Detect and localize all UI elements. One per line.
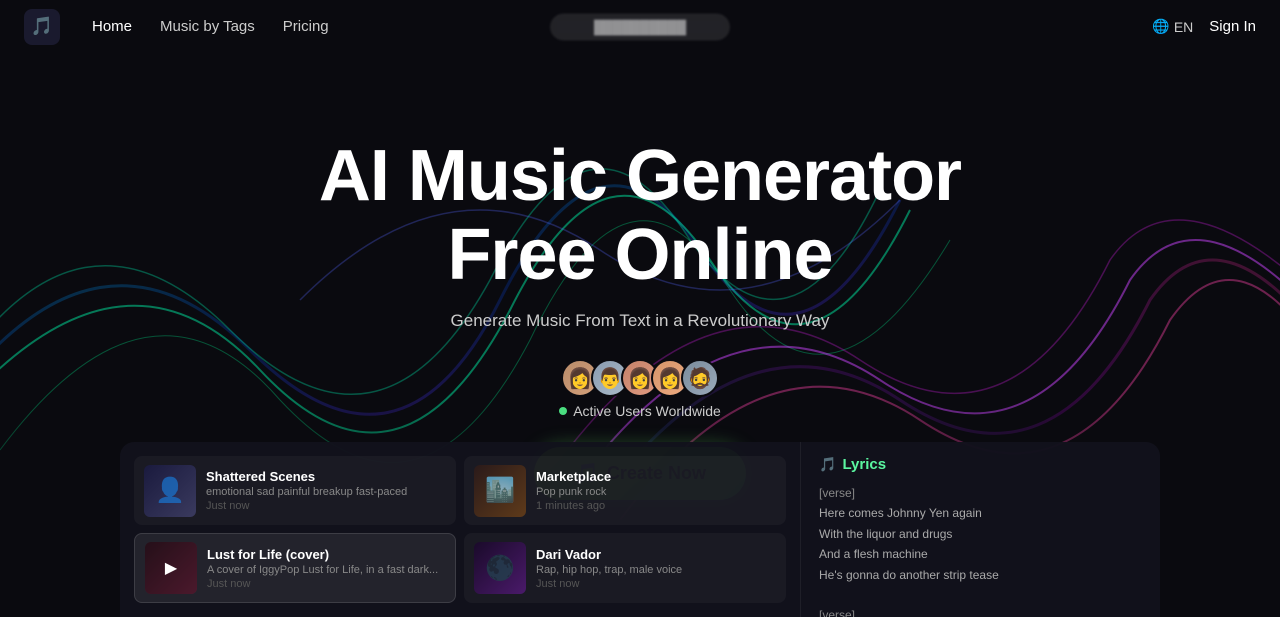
song-thumb-marketplace: 🏙️ bbox=[474, 465, 526, 517]
nav-music-by-tags[interactable]: Music by Tags bbox=[160, 18, 255, 35]
hero-title-line1: AI Music Generator bbox=[319, 136, 961, 216]
song-title-marketplace: Marketplace bbox=[536, 469, 776, 484]
song-time-shattered: Just now bbox=[206, 500, 446, 512]
bottom-panel: 👤 Shattered Scenes emotional sad painful… bbox=[0, 442, 1280, 617]
songs-panel: 👤 Shattered Scenes emotional sad painful… bbox=[120, 442, 800, 617]
song-thumb-lust: ▶ bbox=[145, 542, 197, 594]
song-tags-marketplace: Pop punk rock bbox=[536, 486, 776, 498]
lyrics-line3: And a flesh machine bbox=[819, 544, 1142, 564]
song-card-marketplace[interactable]: 🏙️ Marketplace Pop punk rock 1 minutes a… bbox=[464, 456, 786, 525]
song-thumb-shattered: 👤 bbox=[144, 465, 196, 517]
song-tags-dari: Rap, hip hop, trap, male voice bbox=[536, 564, 776, 576]
play-overlay: ▶ bbox=[145, 542, 197, 594]
search-bar: ██████████ bbox=[550, 13, 730, 40]
song-info-dari: Dari Vador Rap, hip hop, trap, male voic… bbox=[536, 547, 776, 590]
song-title-shattered: Shattered Scenes bbox=[206, 469, 446, 484]
song-tags-lust: A cover of IggyPop Lust for Life, in a f… bbox=[207, 564, 445, 576]
song-time-dari: Just now bbox=[536, 578, 776, 590]
nav-home[interactable]: Home bbox=[92, 18, 132, 35]
hero-subtitle: Generate Music From Text in a Revolution… bbox=[451, 311, 830, 331]
song-title-dari: Dari Vador bbox=[536, 547, 776, 562]
song-time-marketplace: 1 minutes ago bbox=[536, 500, 776, 512]
song-card-shattered[interactable]: 👤 Shattered Scenes emotional sad painful… bbox=[134, 456, 456, 525]
active-users-label: Active Users Worldwide bbox=[573, 403, 721, 419]
avatar-5: 🧔 bbox=[681, 359, 719, 397]
lyrics-line2: With the liquor and drugs bbox=[819, 524, 1142, 544]
nav-links: Home Music by Tags Pricing bbox=[92, 18, 329, 35]
lyrics-panel: 🎵 Lyrics [verse] Here comes Johnny Yen a… bbox=[800, 442, 1160, 617]
hero-section: AI Music Generator Free Online Generate … bbox=[0, 0, 1280, 617]
logo-icon: 🎵 bbox=[24, 9, 60, 45]
lyrics-header: 🎵 Lyrics bbox=[819, 456, 1142, 473]
song-info-marketplace: Marketplace Pop punk rock 1 minutes ago bbox=[536, 469, 776, 512]
song-time-lust: Just now bbox=[207, 578, 445, 590]
language-label: EN bbox=[1174, 19, 1193, 35]
lyrics-content: [verse] Here comes Johnny Yen again With… bbox=[819, 483, 1142, 617]
sign-in-button[interactable]: Sign In bbox=[1209, 18, 1256, 35]
lyrics-verse2-tag: [verse] bbox=[819, 605, 1142, 617]
lyrics-verse1-tag: [verse] bbox=[819, 483, 1142, 503]
song-info-shattered: Shattered Scenes emotional sad painful b… bbox=[206, 469, 446, 512]
language-selector[interactable]: 🌐 EN bbox=[1152, 18, 1193, 35]
song-thumb-dari: 🌑 bbox=[474, 542, 526, 594]
active-users-row: Active Users Worldwide bbox=[559, 403, 721, 419]
song-tags-shattered: emotional sad painful breakup fast-paced bbox=[206, 486, 446, 498]
hero-title-line2: Free Online bbox=[447, 215, 832, 295]
logo[interactable]: 🎵 bbox=[24, 9, 60, 45]
nav-right: 🌐 EN Sign In bbox=[1152, 18, 1256, 35]
lyrics-line1: Here comes Johnny Yen again bbox=[819, 503, 1142, 523]
hero-title: AI Music Generator Free Online bbox=[319, 137, 961, 295]
song-card-lust[interactable]: ▶ Lust for Life (cover) A cover of IggyP… bbox=[134, 533, 456, 603]
language-icon: 🌐 bbox=[1152, 18, 1169, 35]
nav-pricing[interactable]: Pricing bbox=[283, 18, 329, 35]
lyrics-line4: He's gonna do another strip tease bbox=[819, 565, 1142, 585]
lyrics-icon: 🎵 bbox=[819, 456, 836, 473]
song-title-lust: Lust for Life (cover) bbox=[207, 547, 445, 562]
song-info-lust: Lust for Life (cover) A cover of IggyPop… bbox=[207, 547, 445, 590]
song-card-dari[interactable]: 🌑 Dari Vador Rap, hip hop, trap, male vo… bbox=[464, 533, 786, 603]
avatars-row: 👩 👨 👩 👩 🧔 bbox=[561, 359, 719, 397]
lyrics-header-label: Lyrics bbox=[842, 456, 886, 473]
green-dot bbox=[559, 407, 567, 415]
navbar: 🎵 Home Music by Tags Pricing ██████████ … bbox=[0, 0, 1280, 53]
